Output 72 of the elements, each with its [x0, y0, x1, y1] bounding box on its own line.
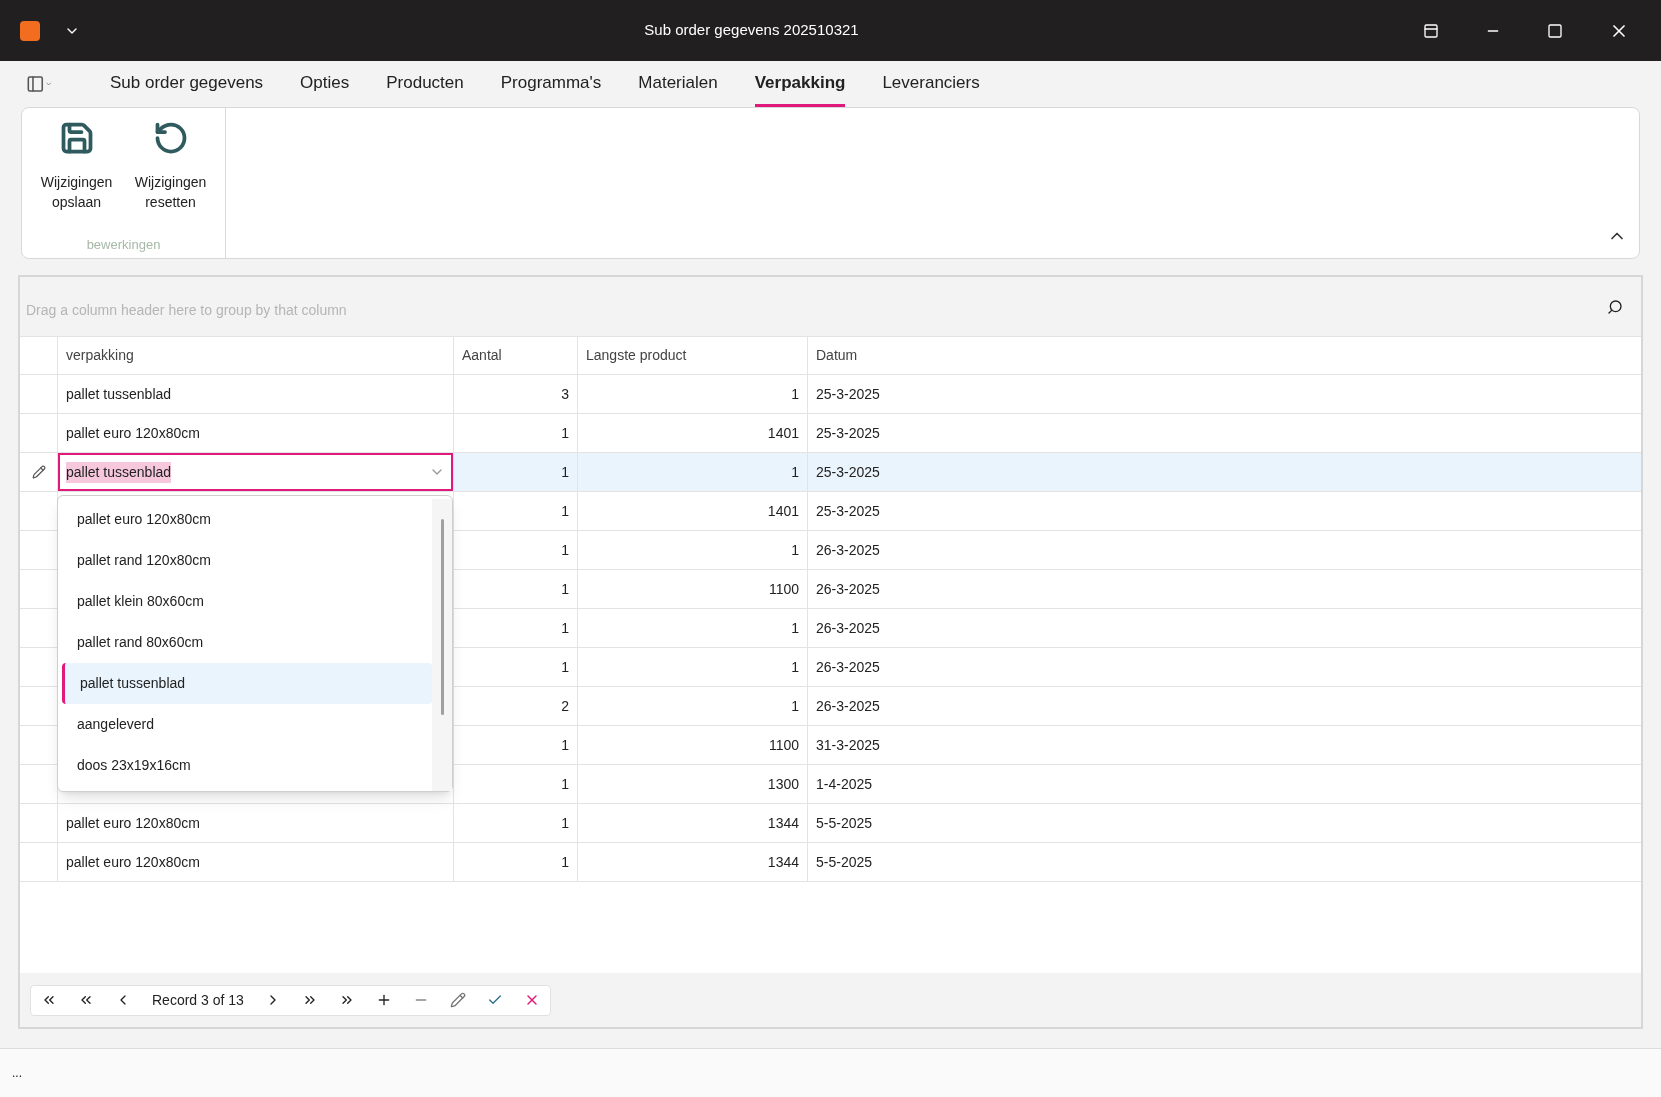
- reset-changes-button[interactable]: Wijzigingen resetten: [125, 120, 216, 212]
- table-cell-text: pallet tussenblad: [66, 384, 172, 404]
- dropdown-option[interactable]: pallet tussenblad: [62, 663, 432, 704]
- table-cell-text: 1-4-2025: [816, 774, 873, 794]
- pin-window-icon[interactable]: [1423, 22, 1439, 39]
- table-cell-text: 1: [791, 696, 799, 716]
- table-cell-text: 1: [791, 462, 799, 482]
- table-cell-text: 26-3-2025: [816, 696, 880, 716]
- table-cell-text: 25-3-2025: [816, 423, 880, 443]
- tab[interactable]: Materialen: [638, 61, 718, 107]
- table-cell-text: 1: [791, 618, 799, 638]
- table-cell-text: 1100: [768, 579, 799, 599]
- table-cell-text: 26-3-2025: [816, 657, 880, 677]
- table-cell-text: 2: [561, 696, 569, 716]
- tab[interactable]: Sub order gegevens: [110, 61, 264, 107]
- packaging-combo-field[interactable]: pallet tussenblad: [58, 453, 453, 491]
- table-cell-text: 3: [561, 384, 569, 404]
- table-row[interactable]: pallet euro 120x80cm 1 1344 5-5-2025: [20, 804, 1641, 843]
- search-icon[interactable]: [1607, 298, 1623, 315]
- table-cell-text: 1401: [767, 423, 799, 443]
- table-cell-text: 1100: [768, 735, 799, 755]
- table-cell-text: 26-3-2025: [816, 618, 880, 638]
- column-header[interactable]: Langste product: [586, 345, 687, 366]
- maximize-icon[interactable]: [1547, 22, 1563, 39]
- tab[interactable]: Opties: [300, 61, 350, 107]
- column-header[interactable]: verpakking: [66, 345, 134, 366]
- table-cell-text: 1: [561, 540, 569, 560]
- table-cell-text: 25-3-2025: [816, 501, 880, 521]
- tab[interactable]: Producten: [386, 61, 464, 107]
- window-title: Sub order gegevens 202510321: [643, 20, 860, 41]
- column-header[interactable]: Datum: [816, 345, 858, 366]
- table-row[interactable]: pallet tussenblad 1 1 25-3-2025: [20, 453, 1641, 492]
- edit-row-icon: [31, 465, 46, 479]
- table-cell-text: 1: [561, 774, 569, 794]
- table-cell-text: 1300: [767, 774, 799, 794]
- ribbon-group-label: bewerkingen: [86, 235, 161, 254]
- table-cell-text: 1: [561, 462, 569, 482]
- table-cell-text: 1: [561, 735, 569, 755]
- table-cell-text: 5-5-2025: [816, 813, 873, 833]
- table-row[interactable]: pallet euro 120x80cm 1 1344 5-5-2025: [20, 843, 1641, 882]
- menu-icon[interactable]: [26, 74, 52, 94]
- table-cell-text: 26-3-2025: [816, 540, 880, 560]
- edit-record-icon[interactable]: [449, 992, 466, 1008]
- table-cell-text: 1: [561, 618, 569, 638]
- table-cell-text: 25-3-2025: [816, 384, 880, 404]
- table-cell-text: 26-3-2025: [816, 579, 880, 599]
- table-cell-text: 1401: [767, 501, 799, 521]
- record-counter: Record 3 of 13: [152, 990, 244, 1010]
- table-cell-text: 25-3-2025: [816, 462, 880, 482]
- table-cell-text: pallet euro 120x80cm: [66, 423, 200, 443]
- table-cell-text: 1: [561, 579, 569, 599]
- table-cell-text: 1: [561, 852, 569, 872]
- table-cell-text: 1: [791, 657, 799, 677]
- tab[interactable]: Programma's: [500, 61, 602, 107]
- column-header[interactable]: Aantal: [462, 345, 502, 366]
- table-cell-text: 1: [561, 657, 569, 677]
- table-cell-text: 1: [791, 384, 799, 404]
- table-cell-text: pallet euro 120x80cm: [66, 813, 200, 833]
- table-cell-text: 1: [791, 540, 799, 560]
- table-cell-text: 5-5-2025: [816, 852, 873, 872]
- app-logo-icon: [20, 20, 40, 41]
- table-cell-text: 1344: [767, 813, 799, 833]
- table-cell-text: 1: [561, 501, 569, 521]
- table-row[interactable]: pallet tussenblad 3 1 25-3-2025: [20, 375, 1641, 414]
- table-cell-text: pallet euro 120x80cm: [66, 852, 200, 872]
- table-cell-text: 1: [561, 423, 569, 443]
- save-changes-button[interactable]: Wijzigingen opslaan: [31, 120, 122, 212]
- table-cell-text: 1: [561, 813, 569, 833]
- table-cell-text: 1344: [767, 852, 799, 872]
- tab[interactable]: Leveranciers: [882, 61, 980, 107]
- table-cell-text: 31-3-2025: [816, 735, 880, 755]
- status-text: ...: [12, 1065, 22, 1082]
